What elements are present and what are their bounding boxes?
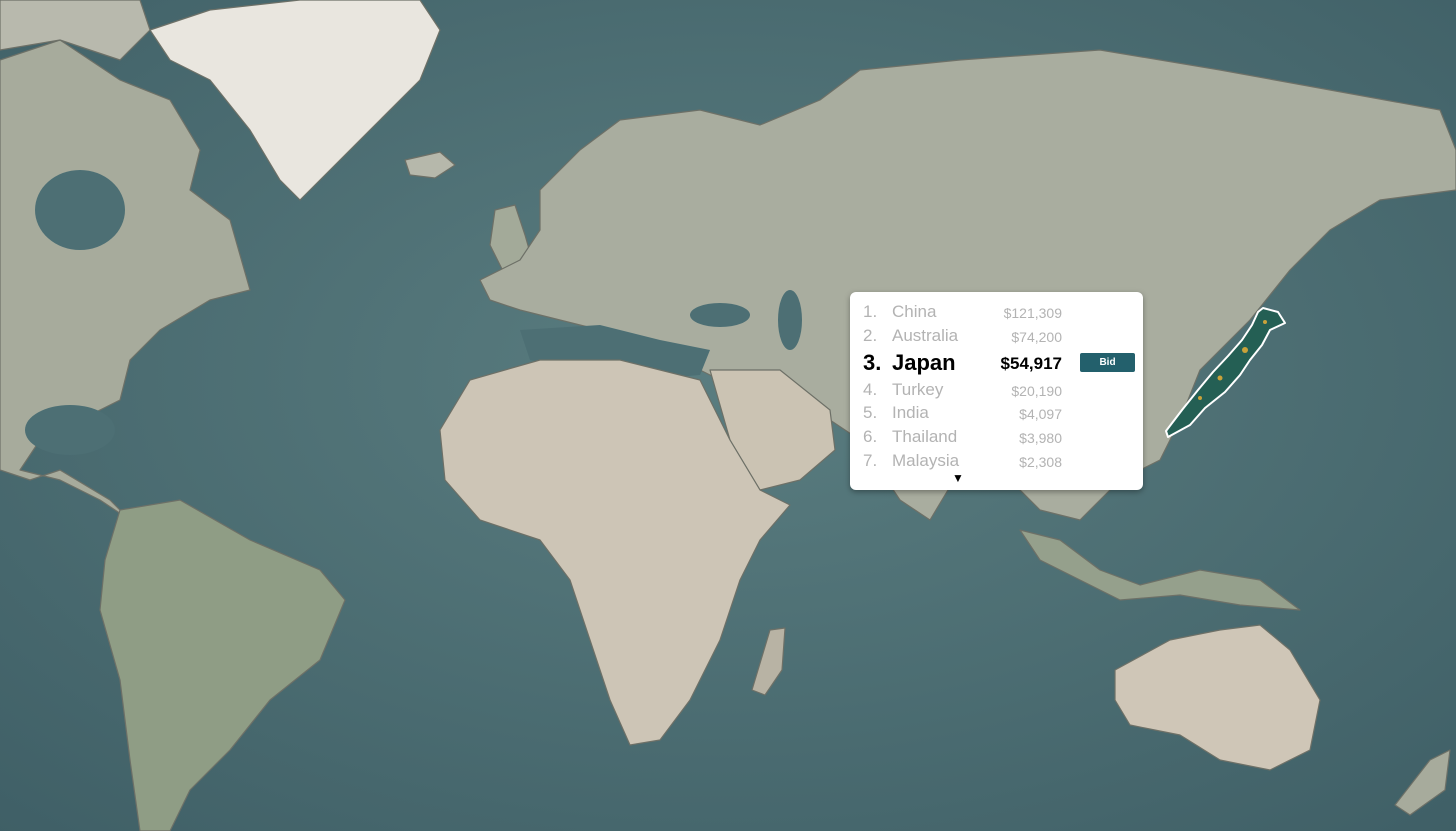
hudson-bay <box>35 170 125 250</box>
country-name: China <box>892 302 937 321</box>
country-name: Turkey <box>892 380 944 399</box>
world-map[interactable]: 1. China $121,309 2. Australia $74,200 3… <box>0 0 1456 831</box>
ranking-row[interactable]: 7. Malaysia $2,308 <box>850 451 1143 475</box>
ranking-row-selected[interactable]: 3. Japan $54,917 Bid <box>850 350 1143 377</box>
ranking-row[interactable]: 2. Australia $74,200 <box>850 326 1143 350</box>
country-name: Australia <box>892 326 959 345</box>
relief-map[interactable] <box>0 0 1456 831</box>
japan-terrain-dot <box>1198 396 1202 400</box>
bid-value: $20,190 <box>1011 383 1062 399</box>
japan-terrain-dot <box>1263 320 1267 324</box>
rank-number: 3. <box>863 350 882 375</box>
bid-value: $74,200 <box>1011 329 1062 345</box>
japan-terrain-dot <box>1217 375 1223 381</box>
bid-button[interactable]: Bid <box>1080 353 1135 372</box>
rank-number: 1. <box>863 302 878 321</box>
ranking-popup: 1. China $121,309 2. Australia $74,200 3… <box>850 292 1143 490</box>
rank-number: 6. <box>863 427 878 446</box>
rank-number: 2. <box>863 326 878 345</box>
caspian-sea <box>778 290 802 350</box>
ranking-row[interactable]: 4. Turkey $20,190 <box>850 380 1143 404</box>
bid-value: $4,097 <box>1019 406 1062 422</box>
country-name: Malaysia <box>892 451 960 470</box>
country-name: India <box>892 403 929 422</box>
rank-number: 7. <box>863 451 878 470</box>
rank-number: 4. <box>863 380 878 399</box>
triangle-down-icon[interactable]: ▼ <box>951 472 965 484</box>
ranking-row[interactable]: 5. India $4,097 <box>850 403 1143 427</box>
gulf-of-mexico <box>25 405 115 455</box>
country-name: Thailand <box>892 427 958 446</box>
bid-value: $2,308 <box>1019 454 1062 470</box>
ranking-row[interactable]: 1. China $121,309 <box>850 302 1143 326</box>
bid-value: $54,917 <box>1000 354 1062 373</box>
bid-value: $121,309 <box>1003 305 1062 321</box>
rank-number: 5. <box>863 403 878 422</box>
bid-value: $3,980 <box>1019 430 1062 446</box>
ranking-row[interactable]: 6. Thailand $3,980 <box>850 427 1143 451</box>
japan-terrain-dot <box>1242 347 1248 353</box>
black-sea <box>690 303 750 327</box>
country-name: Japan <box>892 350 956 375</box>
